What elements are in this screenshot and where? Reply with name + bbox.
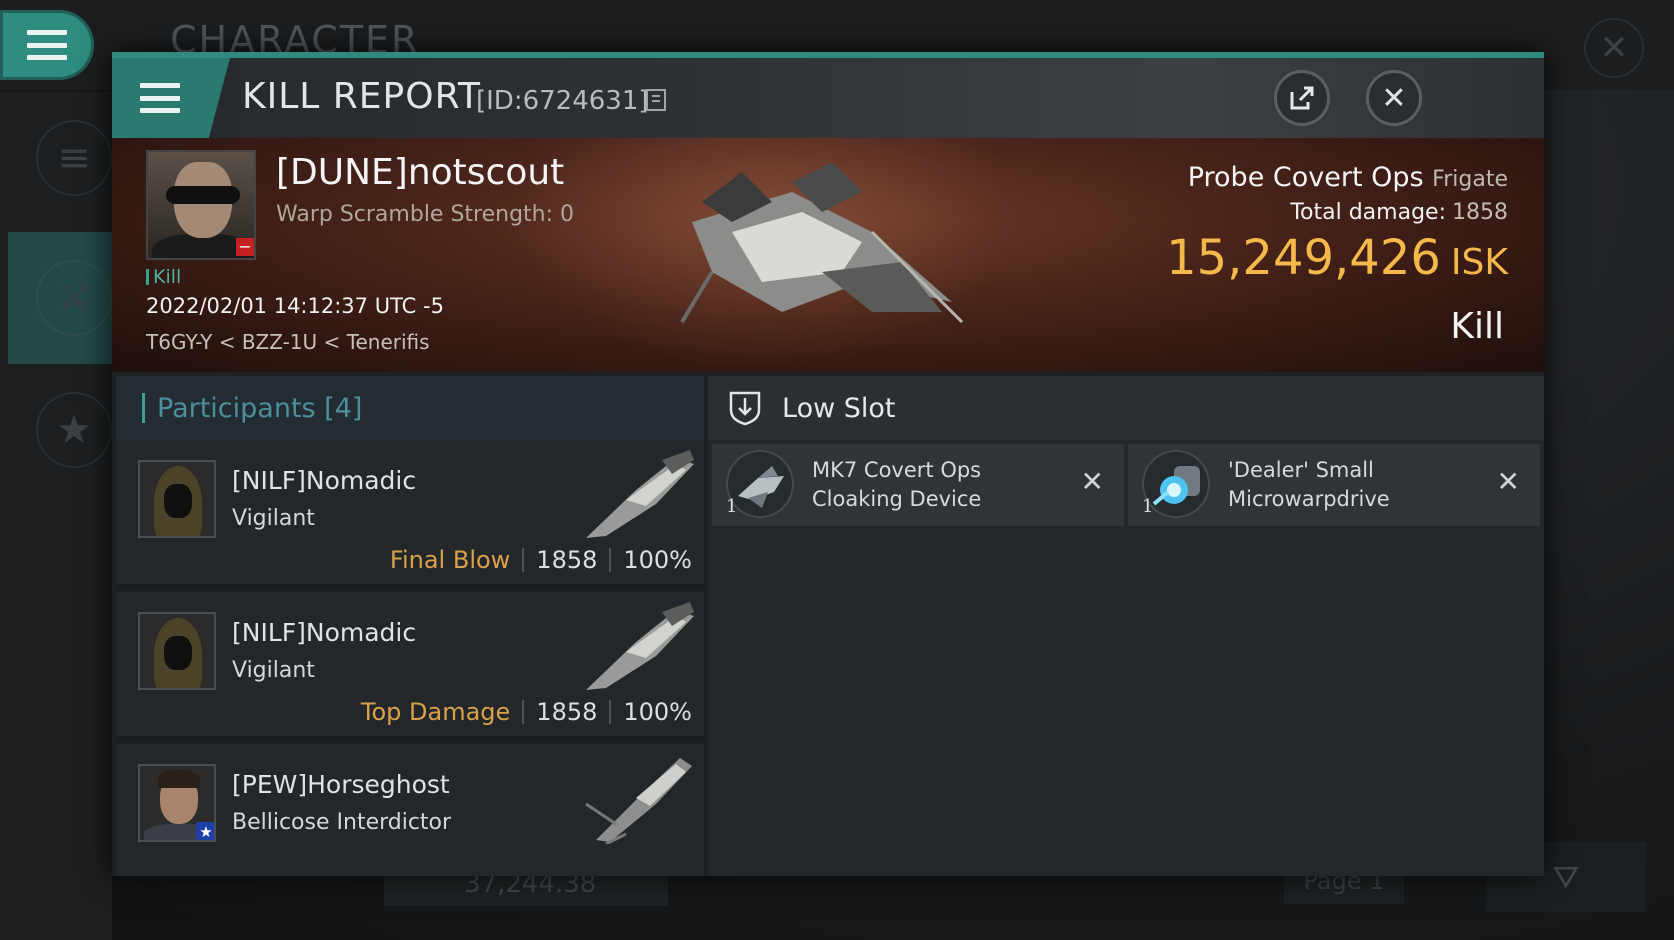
participant-ship-image xyxy=(586,450,694,538)
sidebar-combat-icon[interactable]: ⚔ xyxy=(36,260,112,336)
kill-id: [ID:6724631] xyxy=(476,86,649,116)
participant-ship-image xyxy=(586,602,694,690)
app-screen: CHARACTER ✕ ≡ ⚔ ★ 37,244.38 Page 1 ⛛ KIL… xyxy=(0,0,1674,940)
module-slot[interactable]: 1 'Dealer' Small Microwarpdrive ✕ xyxy=(1128,444,1540,526)
main-menu-button[interactable] xyxy=(0,10,94,80)
participant-row[interactable]: [NILF]Nomadic Vigilant Top Damage 1858 100… xyxy=(116,592,704,740)
close-icon: ✕ xyxy=(1381,80,1407,116)
avatar xyxy=(138,460,216,538)
participant-ship-image xyxy=(585,758,692,844)
module-name: MK7 Covert Ops Cloaking Device xyxy=(812,458,982,511)
background-close-button[interactable]: ✕ xyxy=(1584,18,1644,78)
participants-header[interactable]: Participants [4] xyxy=(116,376,704,440)
total-damage: Total damage: 1858 xyxy=(1290,200,1508,225)
kill-location[interactable]: T6GY-Y < BZZ-1U < Tenerifis xyxy=(146,330,430,354)
menu-icon xyxy=(27,30,67,60)
sidebar-list-icon[interactable]: ≡ xyxy=(36,120,112,196)
destroyed-icon: ✕ xyxy=(1496,465,1520,498)
kill-report-dialog: KILL REPORT [ID:6724631] ✕ − [DUNE]notsc… xyxy=(112,52,1544,876)
participant-name: [PEW]Horseghost xyxy=(232,770,450,799)
isk-value: 15,249,426 ISK xyxy=(1166,230,1508,286)
participant-ship: Vigilant xyxy=(232,506,315,531)
participant-stats: Top Damage 1858 100% xyxy=(360,698,692,726)
dialog-title: KILL REPORT xyxy=(242,76,481,117)
participant-ship: Bellicose Interdictor xyxy=(232,810,452,835)
share-button[interactable] xyxy=(1274,70,1330,126)
participant-row[interactable]: [NILF]Nomadic Vigilant Final Blow 1858 100… xyxy=(116,440,704,588)
share-icon xyxy=(1290,86,1314,110)
shield-icon xyxy=(729,391,761,426)
avatar xyxy=(138,612,216,690)
menu-icon xyxy=(140,83,180,113)
kill-type-tag: Kill xyxy=(146,266,181,288)
victim-ship-image[interactable] xyxy=(672,162,972,332)
close-button[interactable]: ✕ xyxy=(1366,70,1422,126)
module-name: 'Dealer' Small Microwarpdrive xyxy=(1228,458,1390,511)
kill-result: Kill xyxy=(1450,306,1504,347)
participant-name: [NILF]Nomadic xyxy=(232,466,417,495)
avatar: ★ xyxy=(138,764,216,842)
participants-panel: Participants [4] [NILF]Nomadic Vigilant … xyxy=(116,376,704,876)
participant-stats: Final Blow 1858 100% xyxy=(389,546,692,574)
sidebar-star-icon[interactable]: ★ xyxy=(36,392,112,468)
kill-datetime: 2022/02/01 14:12:37 UTC -5 xyxy=(146,294,444,318)
low-slot-panel: Low Slot 1 MK7 Covert Ops Cloaking Devic… xyxy=(708,376,1544,876)
participant-row[interactable]: ★ [PEW]Horseghost Bellicose Interdictor xyxy=(116,744,704,876)
copy-icon[interactable] xyxy=(646,89,666,111)
participant-ship: Vigilant xyxy=(232,658,315,683)
warp-scramble-strength: Warp Scramble Strength: 0 xyxy=(276,202,575,227)
dialog-menu-button[interactable] xyxy=(112,58,230,138)
dialog-header: KILL REPORT [ID:6724631] ✕ xyxy=(112,58,1544,138)
module-quantity: 1 xyxy=(726,496,738,517)
victim-name[interactable]: [DUNE]notscout xyxy=(276,152,564,193)
low-slot-title: Low Slot xyxy=(782,392,896,424)
remove-icon: − xyxy=(236,238,254,256)
star-icon: ★ xyxy=(196,822,214,840)
background-sidebar xyxy=(0,92,112,940)
victim-ship-name[interactable]: Probe Covert Ops Frigate xyxy=(1188,162,1508,193)
destroyed-icon: ✕ xyxy=(1080,465,1104,498)
module-slot[interactable]: 1 MK7 Covert Ops Cloaking Device ✕ xyxy=(712,444,1124,526)
participant-name: [NILF]Nomadic xyxy=(232,618,417,647)
victim-banner: − [DUNE]notscout Warp Scramble Strength:… xyxy=(112,138,1544,372)
ship-class: Frigate xyxy=(1432,167,1508,192)
low-slot-header: Low Slot xyxy=(708,376,1544,440)
module-quantity: 1 xyxy=(1142,496,1154,517)
